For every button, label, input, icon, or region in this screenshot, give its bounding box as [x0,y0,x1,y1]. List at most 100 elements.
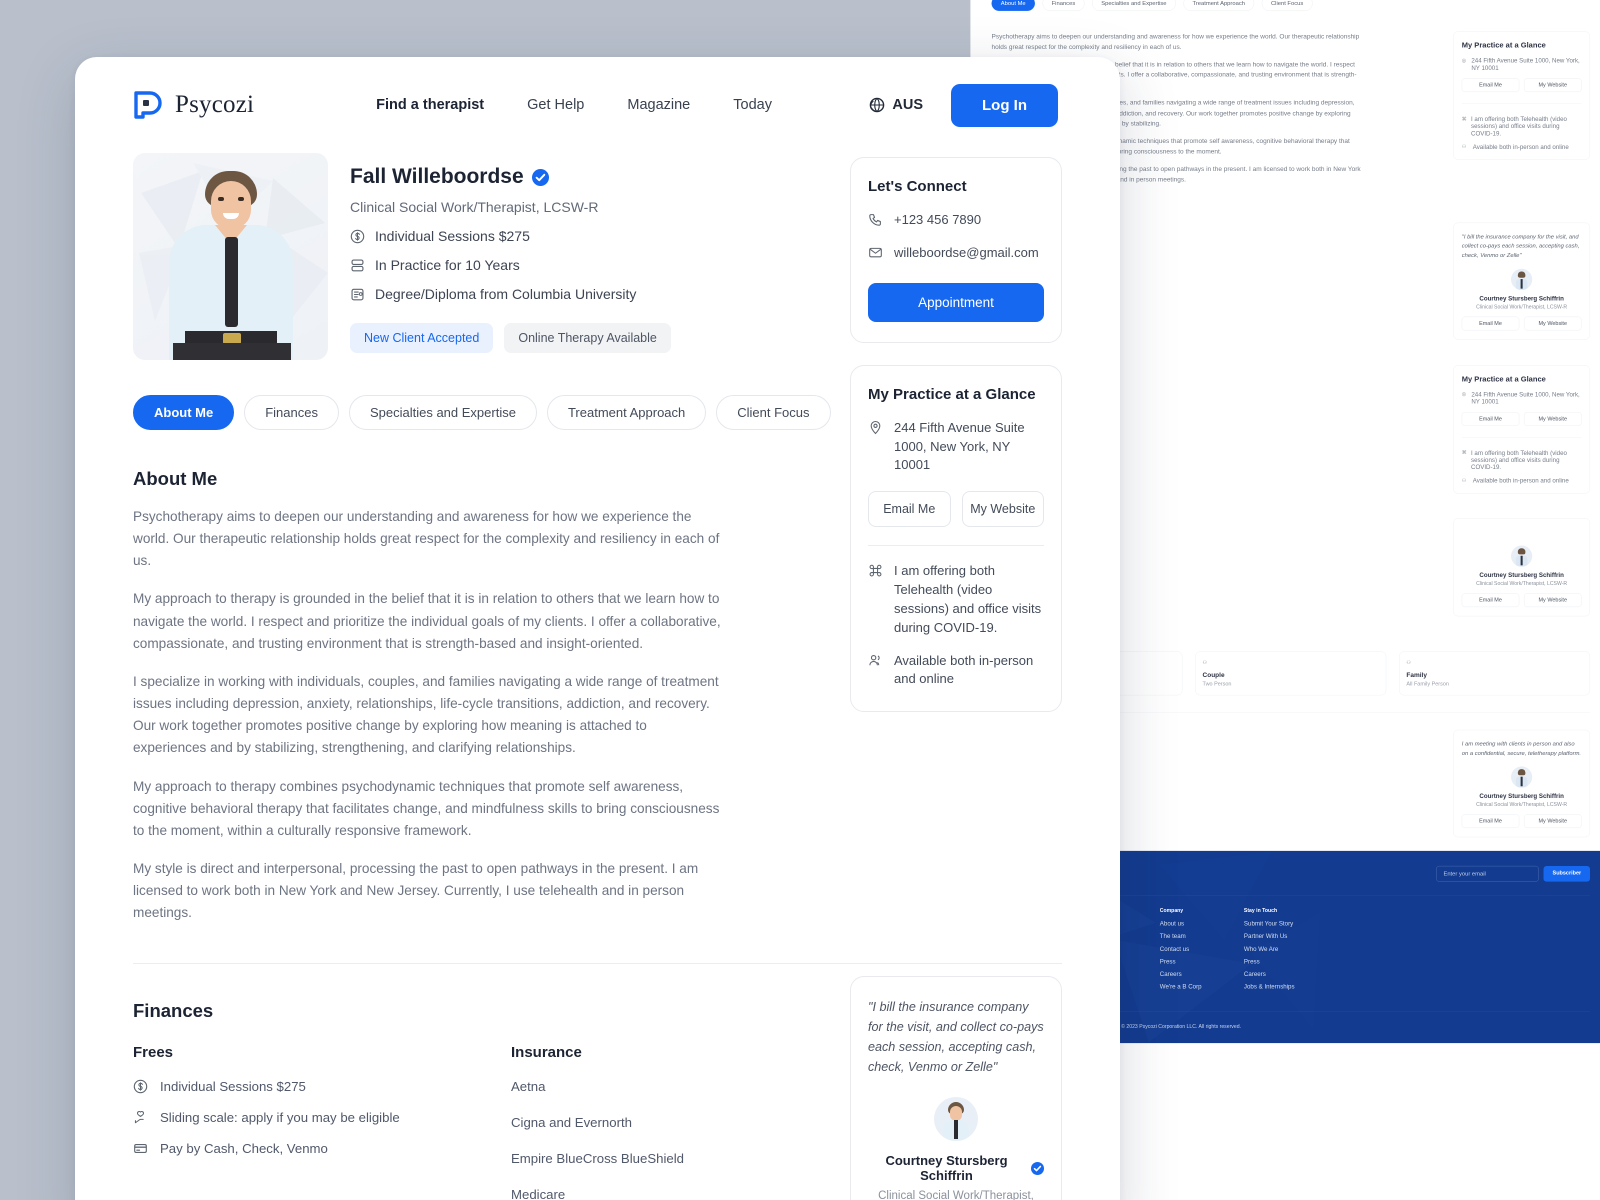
location-pin-icon: ◎ [1461,391,1467,397]
bg-footer-link[interactable]: Careers [1160,971,1225,978]
bg-footer-link[interactable]: Who We Are [1244,945,1309,952]
bg-quote-name: Courtney Stursberg Schiffrin [1479,571,1564,579]
email-row[interactable]: willeboordse@gmail.com [868,244,1044,263]
bg-inperson-note: Available both in-person and online [1472,143,1569,151]
phone-row[interactable]: +123 456 7890 [868,211,1044,230]
fee-item: Sliding scale: apply if you may be eligi… [133,1110,511,1125]
bg-tab-client-focus[interactable]: Client Focus [1261,0,1313,11]
bg-footer-link[interactable]: Careers [1244,971,1309,978]
bg-my-website-button[interactable]: My Website [1524,814,1582,829]
bg-tab-treatment[interactable]: Treatment Approach [1183,0,1255,11]
bg-email-me-button[interactable]: Email Me [1461,78,1520,92]
appointment-button[interactable]: Appointment [868,282,1044,322]
tab-finances[interactable]: Finances [244,395,339,430]
bg-session-type-family[interactable]: ⚇ Family All Family Person [1399,651,1591,696]
avatar [934,1097,978,1142]
my-website-button[interactable]: My Website [961,491,1044,528]
about-paragraph: My style is direct and interpersonal, pr… [133,861,699,921]
email-address: willeboordse@gmail.com [894,244,1039,260]
site-header: Psycozi Find a therapist Get Help Magazi… [75,57,1120,153]
nav-today[interactable]: Today [733,97,772,113]
main-nav: Find a therapist Get Help Magazine Today [376,97,772,113]
nav-magazine[interactable]: Magazine [627,97,690,113]
fee-item: Pay by Cash, Check, Venmo [133,1141,511,1156]
fee-text: Pay by Cash, Check, Venmo [160,1140,328,1156]
phone-number: +123 456 7890 [894,212,982,227]
credit-card-icon [134,1143,147,1153]
left-column: Fall Willeboordse Clinical Social Work/T… [133,153,831,925]
bg-email-input[interactable]: Enter your email [1436,865,1539,882]
bg-footer-link[interactable]: Contact us [1160,945,1225,952]
person-icon: ⚇ [1406,659,1411,666]
bg-footer-link[interactable]: Partner With Us [1244,933,1309,940]
fee-item: Individual Sessions $275 [133,1079,511,1094]
bg-session-type-couple[interactable]: ⚇ Couple Two Person [1195,651,1387,696]
bg-footer-link[interactable]: Press [1244,958,1309,965]
insurance-item: Aetna [511,1078,546,1094]
tab-about-me[interactable]: About Me [133,395,235,430]
bg-telehealth-note: I am offering both Telehealth (video ses… [1471,449,1567,471]
dollar-circle-icon [133,1079,148,1093]
profile-fact-practice: In Practice for 10 Years [350,257,671,273]
brand-logo[interactable]: Psycozi [133,90,254,120]
profile-name-row: Fall Willeboordse [350,165,671,189]
bg-footer-link[interactable]: The team [1160,933,1225,940]
nav-get-help[interactable]: Get Help [527,97,584,113]
bg-practice-address: 244 Fifth Avenue Suite 1000, New York, N… [1471,57,1580,72]
practice-address: 244 Fifth Avenue Suite 1000, New York, N… [894,419,1025,473]
bg-footer-link[interactable]: We're a B Corp [1160,983,1225,990]
bg-footer-link[interactable]: About us [1160,920,1225,927]
right-column: Let's Connect +123 456 7890 willeboordse… [850,153,1062,925]
bg-type-title: Family [1406,671,1427,679]
bg-tab-specialties[interactable]: Specialties and Expertise [1091,0,1176,11]
fees-column: Frees Individual Sessions $275 Sliding s… [133,1044,511,1200]
practice-button-row: Email Me My Website [868,491,1044,528]
bg-type-title: Couple [1202,671,1225,679]
bg-tab-finances[interactable]: Finances [1042,0,1085,11]
profile-section: Fall Willeboordse Clinical Social Work/T… [133,153,723,360]
tab-treatment-approach[interactable]: Treatment Approach [546,395,707,430]
bg-footer-link[interactable]: Press [1160,958,1225,965]
fees-heading: Frees [133,1043,174,1061]
bg-email-me-button[interactable]: Email Me [1461,814,1520,829]
brand-name: Psycozi [175,91,255,118]
bg-email-me-button[interactable]: Email Me [1461,593,1520,608]
bg-testimonial-card-1: "I bill the insurance company for the vi… [1453,222,1591,340]
bg-inperson-note: Available both in-person and online [1472,477,1569,484]
bg-footer-link[interactable]: Submit Your Story [1244,920,1309,927]
certificate-icon [351,288,364,300]
page-title: Fall Willeboordse [350,165,524,188]
fee-text: Individual Sessions $275 [160,1078,306,1094]
main-page-card: Psycozi Find a therapist Get Help Magazi… [75,57,1120,1200]
finances-heading: Finances [133,999,214,1021]
telehealth-note: I am offering both Telehealth (video ses… [894,563,1042,635]
bg-my-website-button[interactable]: My Website [1524,316,1582,331]
email-me-button[interactable]: Email Me [868,491,951,528]
bg-my-website-button[interactable]: My Website [1524,412,1582,426]
bg-footer-link[interactable]: Jobs & Internships [1244,983,1309,990]
insurance-item: Cigna and Evernorth [511,1114,632,1130]
bg-tab-about-me[interactable]: About Me [991,0,1035,11]
bg-type-sub: Two Person [1202,681,1232,687]
log-in-button[interactable]: Log In [951,83,1058,127]
people-icon [869,654,880,665]
insurance-item: Medicare [511,1186,566,1200]
bg-practice-card-1: My Practice at a Glance ◎ 244 Fifth Aven… [1453,31,1591,160]
bg-my-website-button[interactable]: My Website [1524,78,1582,92]
bg-copyright: © 2023 Psycozi Corporation LLC. All righ… [1121,1023,1241,1030]
bg-nearby-value: New York City [1074,746,1438,753]
nav-find-a-therapist[interactable]: Find a therapist [376,97,484,113]
bg-email-me-button[interactable]: Email Me [1461,412,1520,426]
bg-quote-text: "I bill the insurance company for the vi… [1461,233,1580,259]
bg-email-me-button[interactable]: Email Me [1461,316,1520,331]
tab-specialties-and-expertise[interactable]: Specialties and Expertise [348,395,537,430]
bg-subscribe-button[interactable]: Subscriber [1543,865,1591,882]
language-selector[interactable]: AUS [869,97,923,113]
tab-client-focus[interactable]: Client Focus [716,395,831,430]
divider [868,545,1044,547]
telehealth-note-row: I am offering both Telehealth (video ses… [868,562,1044,637]
bg-footer-col-heading: Company [1159,907,1184,914]
bg-my-website-button[interactable]: My Website [1524,593,1582,608]
practice-at-a-glance-card: My Practice at a Glance 244 Fifth Avenue… [850,364,1062,713]
bg-footer-col-stay-in-touch: Stay in Touch Submit Your Story Partner … [1244,907,1309,996]
